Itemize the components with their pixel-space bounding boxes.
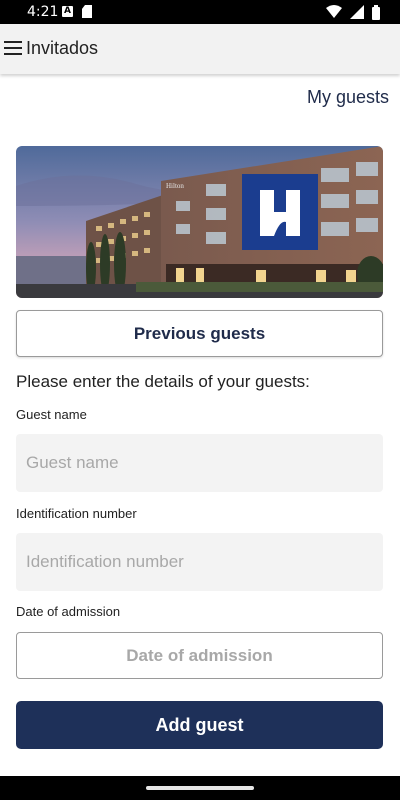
identification-number-label: Identification number (16, 506, 137, 521)
my-guests-link[interactable]: My guests (307, 87, 389, 108)
date-of-admission-picker[interactable]: Date of admission (16, 632, 383, 679)
battery-icon (372, 4, 380, 20)
status-bar: 4:21 A (0, 0, 400, 24)
app-bar: Invitados (0, 24, 400, 74)
hotel-sign-text: Hilton (166, 182, 184, 190)
status-time: 4:21 (27, 4, 59, 20)
guest-name-label: Guest name (16, 407, 87, 422)
app-title: Invitados (26, 38, 99, 58)
hamburger-menu-icon[interactable] (4, 41, 22, 55)
status-system-icons (326, 4, 380, 20)
sd-card-icon (82, 5, 92, 18)
previous-guests-button[interactable]: Previous guests (16, 310, 383, 357)
date-of-admission-label: Date of admission (16, 604, 121, 619)
hotel-banner-image: Hilton (16, 146, 383, 298)
guest-name-input[interactable] (16, 434, 383, 492)
identification-number-input[interactable] (16, 533, 383, 591)
add-guest-button[interactable]: Add guest (16, 701, 383, 749)
wifi-icon (326, 5, 342, 18)
a-badge-icon: A (62, 6, 73, 17)
home-gesture-handle[interactable] (146, 786, 254, 790)
form-instructions: Please enter the details of your guests: (16, 372, 310, 391)
signal-icon (350, 5, 364, 19)
